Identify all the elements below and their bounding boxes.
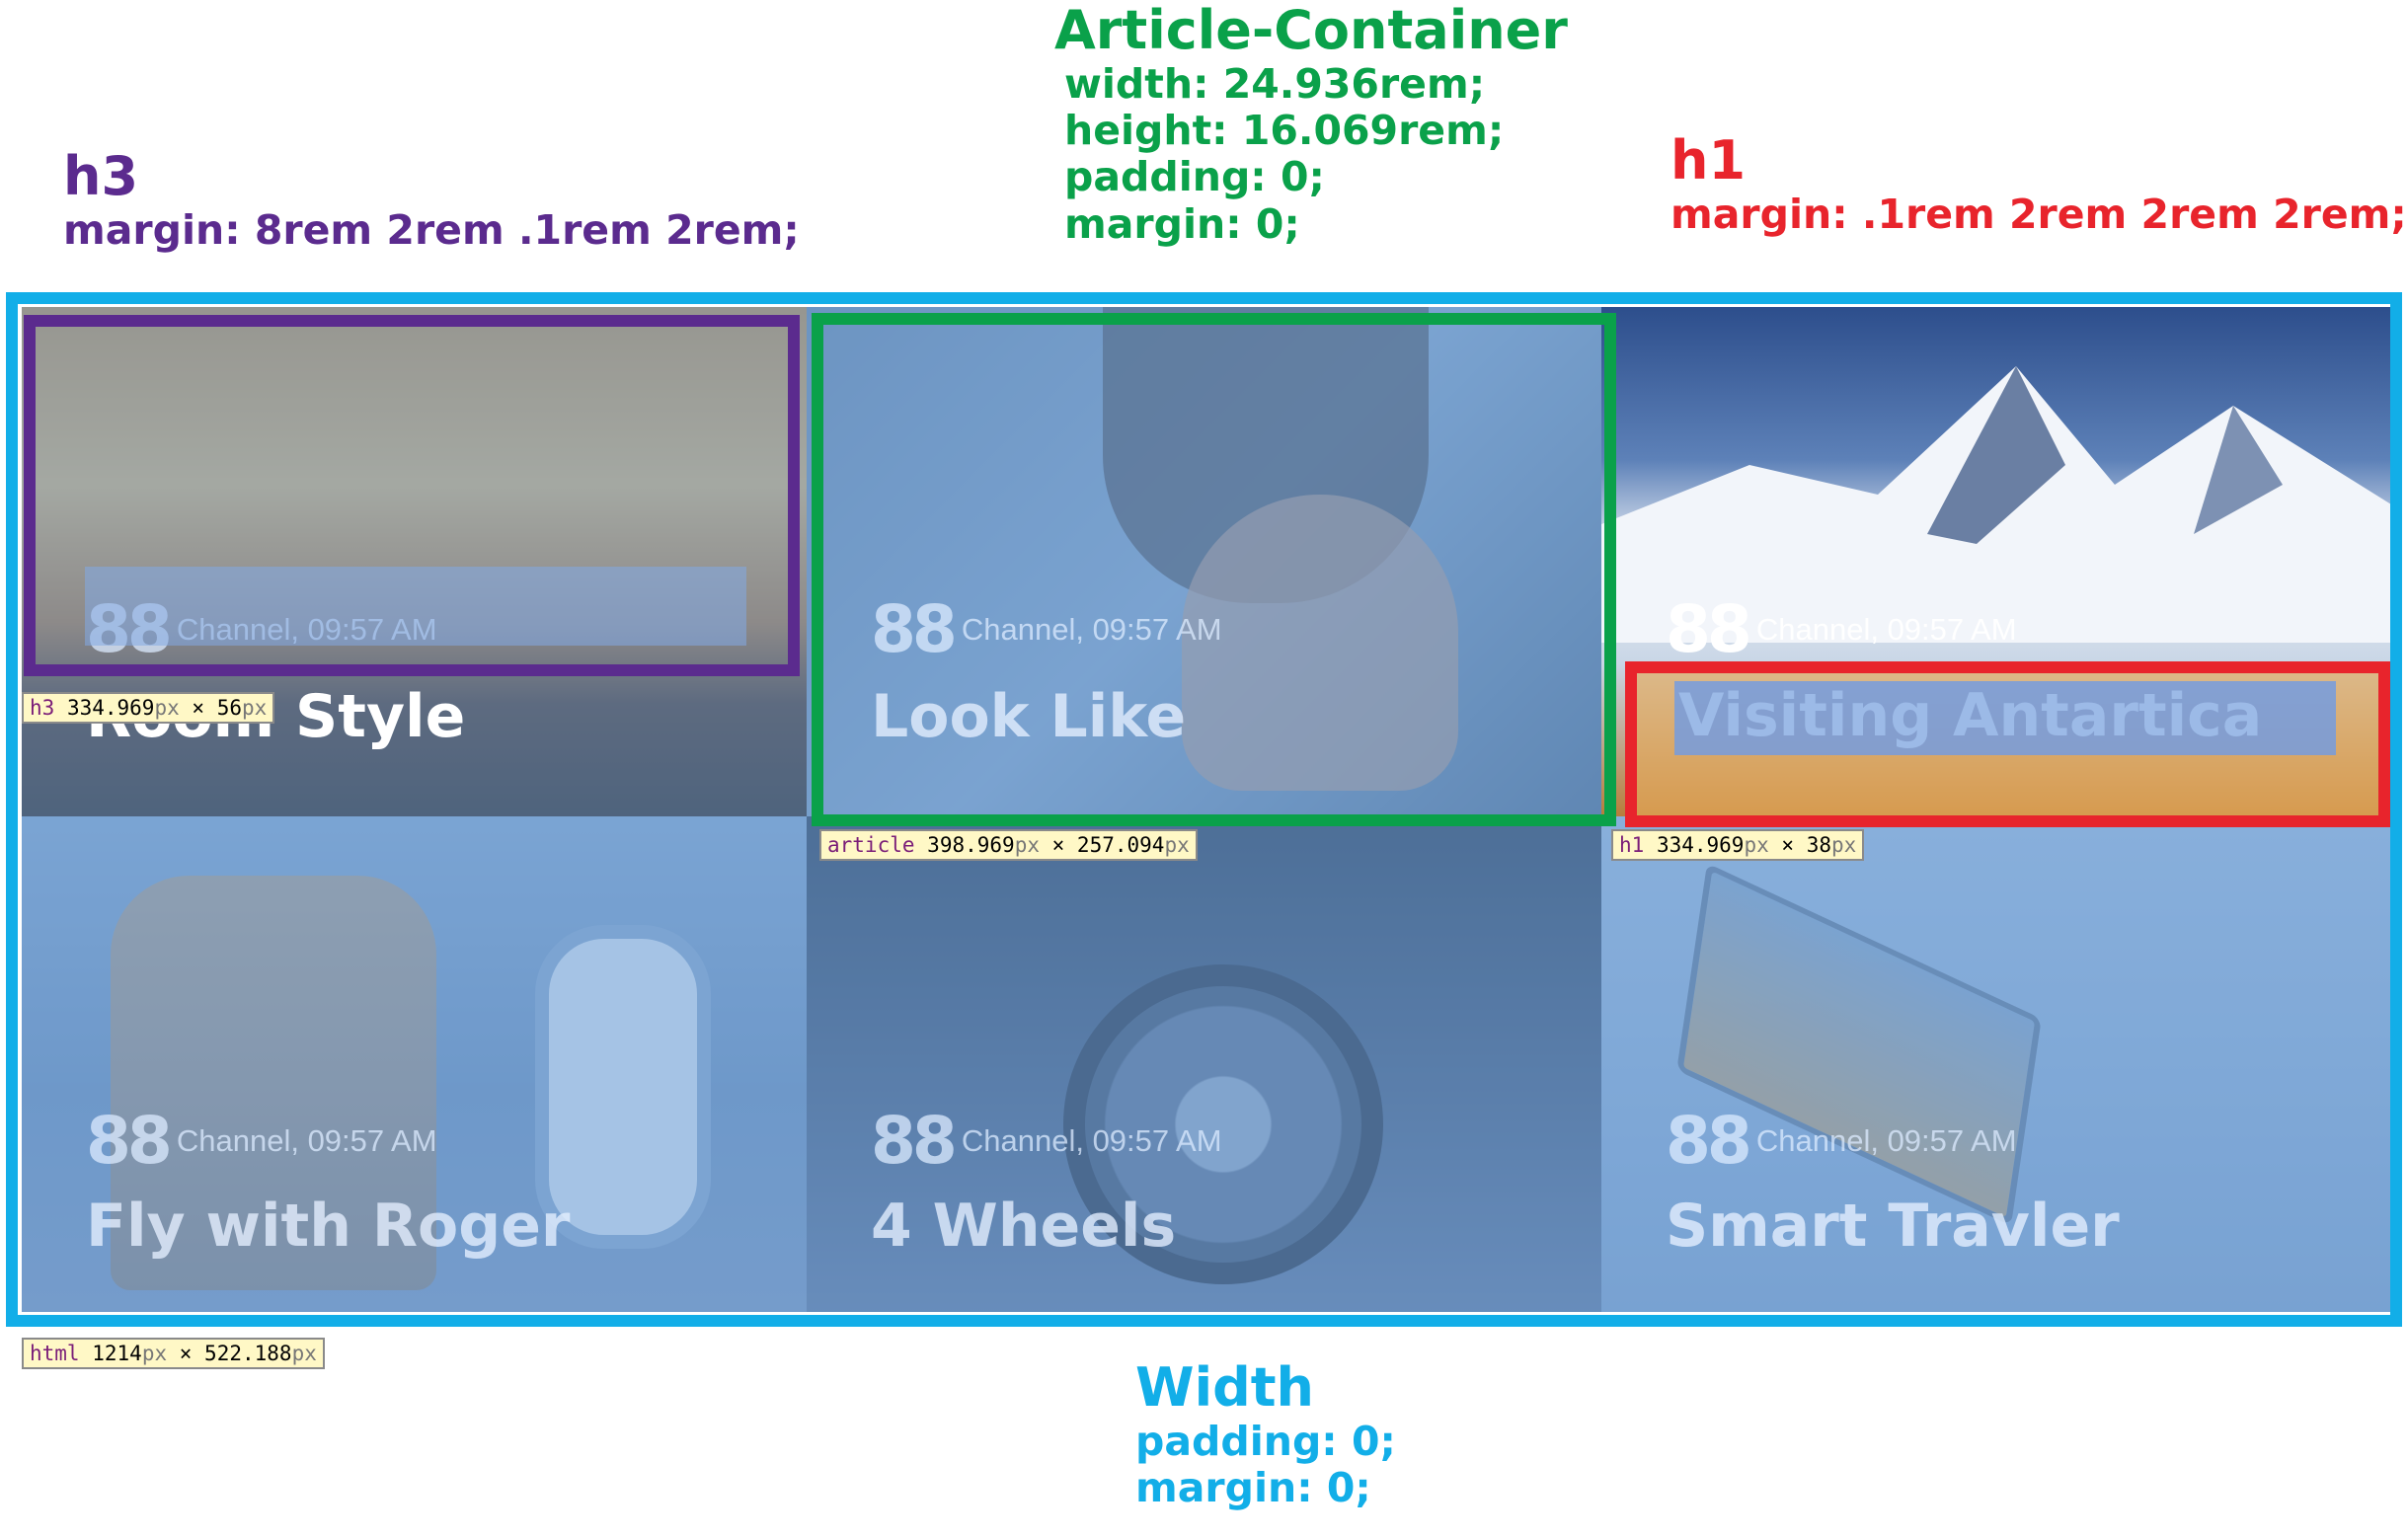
article-annotation: Article-Container width: 24.936rem; heig… [1054,0,1568,248]
channel-logo-icon: 88 [1666,591,1752,667]
html-size-tooltip: html 1214px × 522.188px [22,1338,325,1369]
h3-size-tooltip: h3 334.969px × 56px [22,692,275,724]
channel-logo-icon: 88 [1666,1103,1752,1179]
channel-logo-icon: 88 [871,591,958,667]
h3-annotation: h3 margin: 8rem 2rem .1rem 2rem; [63,145,800,255]
tile-brand: 88 Channel, 09:57 AM [86,591,437,667]
tooltip-height: 38 [1806,833,1831,857]
tooltip-tag: h3 [30,696,55,720]
article-tile[interactable]: 88 Channel, 09:57 AM Room Style [22,307,807,816]
tile-brand: 88 Channel, 09:57 AM [871,591,1222,667]
article-annotation-line: width: 24.936rem; [1064,60,1486,109]
tile-headline[interactable]: Look Like [871,682,1186,751]
tile-headline[interactable]: 4 Wheels [871,1192,1176,1261]
tooltip-unit: px [141,1342,168,1365]
tooltip-unit: px [1831,833,1857,857]
h3-annotation-rule: margin: 8rem 2rem .1rem 2rem; [63,206,800,255]
article-annotation-line: margin: 0; [1064,199,1300,248]
article-tile[interactable]: 88 Channel, 09:57 AM Fly with Roger [22,816,807,1312]
tile-meta: Channel, 09:57 AM [176,1122,437,1158]
width-annotation-title: Width [1135,1356,1314,1419]
tile-meta: Channel, 09:57 AM [1755,611,2017,647]
tile-brand: 88 Channel, 09:57 AM [1666,1103,2017,1179]
tooltip-width: 334.969 [66,696,155,720]
tile-brand: 88 Channel, 09:57 AM [871,1103,1222,1179]
tile-meta: Channel, 09:57 AM [1755,1122,2017,1158]
tooltip-width: 334.969 [1656,833,1745,857]
tooltip-height: 257.094 [1076,833,1165,857]
tile-brand: 88 Channel, 09:57 AM [1666,591,2017,667]
tooltip-unit: px [1164,833,1190,857]
article-annotation-title: Article-Container [1054,0,1568,61]
width-annotation-line: padding: 0; [1135,1418,1396,1466]
channel-logo-icon: 88 [86,1103,173,1179]
article-tile[interactable]: 88 Channel, 09:57 AM Smart Travler [1601,816,2391,1312]
tile-meta: Channel, 09:57 AM [961,611,1222,647]
h1-annotation-rule: margin: .1rem 2rem 2rem 2rem; [1670,191,2407,239]
channel-logo-icon: 88 [871,1103,958,1179]
article-size-tooltip: article 398.969px × 257.094px [819,829,1198,861]
tooltip-unit: px [154,696,180,720]
tile-meta: Channel, 09:57 AM [176,611,437,647]
tooltip-unit: px [1014,833,1040,857]
tooltip-unit: px [291,1342,317,1365]
article-grid: 88 Channel, 09:57 AM Room Style 88 Chann… [22,307,2391,1312]
width-annotation-line: margin: 0; [1135,1464,1371,1512]
tooltip-tag: html [30,1342,80,1365]
h1-size-tooltip: h1 334.969px × 38px [1611,829,1865,861]
tile-headline[interactable]: Fly with Roger [86,1192,571,1261]
h1-annotation-title: h1 [1670,129,1747,192]
tooltip-unit: px [242,696,268,720]
tile-brand: 88 Channel, 09:57 AM [86,1103,437,1179]
tile-headline[interactable]: Smart Travler [1666,1192,2120,1261]
tooltip-width: 398.969 [927,833,1015,857]
tooltip-unit: px [1744,833,1769,857]
tile-meta: Channel, 09:57 AM [961,1122,1222,1158]
tooltip-height: 56 [216,696,242,720]
article-tile[interactable]: 88 Channel, 09:57 AM Look Like [807,307,1601,816]
article-annotation-line: height: 16.069rem; [1064,107,1505,155]
tooltip-height: 522.188 [204,1342,292,1365]
channel-logo-icon: 88 [86,591,173,667]
article-tile[interactable]: 88 Channel, 09:57 AM 4 Wheels [807,816,1601,1312]
h3-annotation-title: h3 [63,145,139,207]
tooltip-tag: h1 [1619,833,1645,857]
h1-annotation: h1 margin: .1rem 2rem 2rem 2rem; [1670,129,2407,239]
tooltip-width: 1214 [92,1342,142,1365]
width-annotation: Width padding: 0; margin: 0; [1135,1356,1396,1512]
h1-headline[interactable]: Visiting Antartica [1678,681,2262,750]
article-annotation-line: padding: 0; [1064,153,1325,201]
tooltip-tag: article [827,833,915,857]
